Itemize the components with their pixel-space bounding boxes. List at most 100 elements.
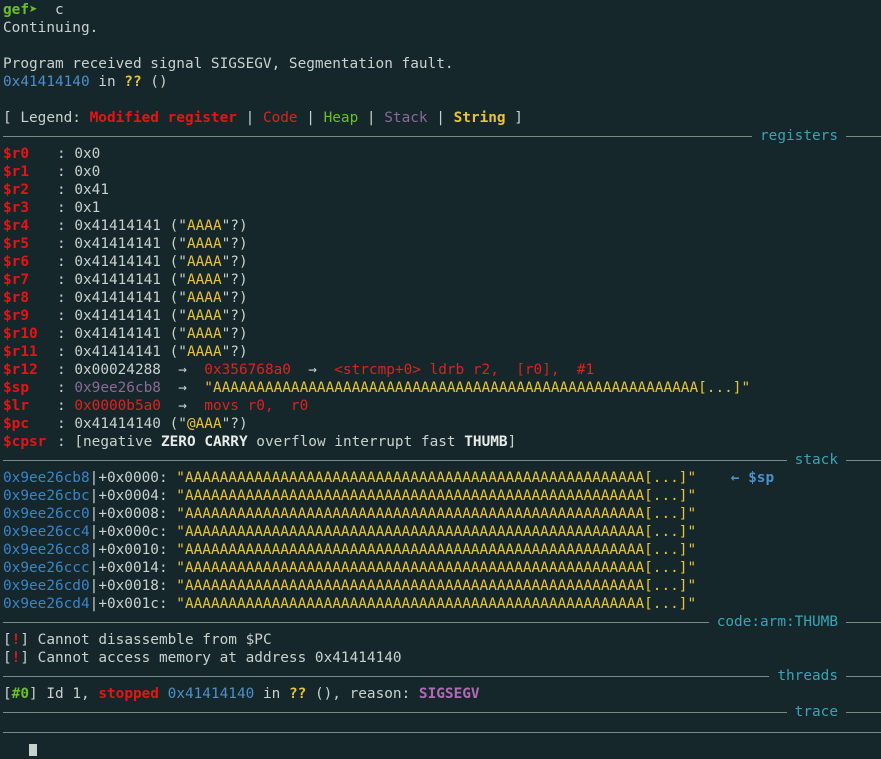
prompt-gef: gef (3, 2, 29, 18)
code-title: code:arm:THUMB (716, 614, 838, 630)
stack-address: 0x9ee26cc0 (3, 506, 90, 522)
code-messages: [!] Cannot disassemble from $PC [!] Canno… (3, 631, 881, 667)
flag-set: THUMB (464, 434, 508, 450)
arrow-icon: → (178, 380, 187, 396)
register-row: $r8: 0x41414141 ("AAAA"?) (3, 290, 248, 306)
thread-address: 0x41414140 (167, 686, 255, 702)
register-name: $r9 (3, 308, 29, 324)
flags-open: [ (74, 434, 83, 450)
register-value: 0x41414141 (74, 308, 161, 324)
code-message-text: Cannot access memory at address 0x414141… (29, 650, 402, 666)
thread-id-text: Id 1, (37, 686, 99, 702)
legend-sep: | (297, 110, 324, 126)
register-name: $r5 (3, 236, 29, 252)
instruction: movs r0, r0 (204, 398, 309, 414)
register-name: $r11 (3, 344, 38, 360)
string-open: (" (160, 416, 187, 432)
register-name: $sp (3, 380, 29, 396)
legend-open: [ Legend: (3, 110, 90, 126)
string-value: AAAA (186, 218, 222, 234)
thread-func: ?? (288, 686, 307, 702)
register-name: $r7 (3, 272, 29, 288)
sp-marker: ← $sp (730, 470, 775, 486)
threads-header: threads (3, 667, 881, 685)
legend: [ Legend: Modified register | Code | Hea… (3, 109, 881, 127)
legend-close: ] (505, 110, 523, 126)
input-line[interactable] (3, 741, 881, 759)
register-row: $r10: 0x41414141 ("AAAA"?) (3, 326, 248, 342)
string-value: AAAA (186, 308, 222, 324)
register-row: $sp: 0x9ee26cb8 → "AAAAAAAAAAAAAAAAAAAAA… (3, 380, 751, 396)
register-name: $r6 (3, 254, 29, 270)
register-name: $r2 (3, 182, 29, 198)
string-value: @AAA (186, 416, 222, 432)
stack-row: 0x9ee26cbc|+0x0004: "AAAAAAAAAAAAAAAAAAA… (3, 488, 697, 504)
thread-state: stopped (98, 686, 159, 702)
register-row: $pc: 0x41414140 ("@AAA"?) (3, 416, 248, 432)
flag-space (196, 434, 205, 450)
trace-header: trace (3, 703, 881, 721)
arrow-icon: → (308, 362, 317, 378)
stack-string: "AAAAAAAAAAAAAAAAAAAAAAAAAAAAAAAAAAAAAAA… (176, 542, 697, 558)
register-value: 0x0 (74, 146, 101, 162)
register-row: $r9: 0x41414141 ("AAAA"?) (3, 308, 248, 324)
stack-string: "AAAAAAAAAAAAAAAAAAAAAAAAAAAAAAAAAAAAAAA… (176, 596, 697, 612)
stack-address: 0x9ee26cd0 (3, 578, 90, 594)
stack-row: 0x9ee26cd4|+0x001c: "AAAAAAAAAAAAAAAAAAA… (3, 596, 697, 612)
stack-row: 0x9ee26cd0|+0x0018: "AAAAAAAAAAAAAAAAAAA… (3, 578, 697, 594)
prompt-command: c (55, 2, 64, 18)
register-name: $r8 (3, 290, 29, 306)
prompt-line: gef➤ c (3, 1, 881, 19)
flag-set: CARRY (204, 434, 248, 450)
arrow-icon: → (178, 362, 187, 378)
registers-title: registers (760, 128, 838, 144)
register-value: 0x41414140 (74, 416, 161, 432)
legend-sep: | (358, 110, 385, 126)
register-value: 0x41414141 (74, 344, 161, 360)
legend-modified: Modified register (89, 110, 237, 126)
string-value: AAAA (186, 272, 222, 288)
register-row: $r6: 0x41414141 ("AAAA"?) (3, 254, 248, 270)
stack-address: 0x9ee26cb8 (3, 470, 90, 486)
register-value: 0x41414141 (74, 272, 161, 288)
register-value: 0x41414141 (74, 254, 161, 270)
register-name: $r10 (3, 326, 38, 342)
register-value: 0x41 (74, 182, 109, 198)
register-value: 0x1 (74, 200, 101, 216)
stack-list: 0x9ee26cb8|+0x0000: "AAAAAAAAAAAAAAAAAAA… (3, 469, 881, 613)
code-message: [!] Cannot disassemble from $PC (3, 632, 272, 648)
stack-address: 0x9ee26cc8 (3, 542, 90, 558)
string-value: AAAA (186, 254, 222, 270)
stack-string: "AAAAAAAAAAAAAAAAAAAAAAAAAAAAAAAAAAAAAAA… (176, 560, 697, 576)
stack-string: "AAAAAAAAAAAAAAAAAAAAAAAAAAAAAAAAAAAAAAA… (176, 470, 697, 486)
register-name: $r0 (3, 146, 29, 162)
stack-string: "AAAAAAAAAAAAAAAAAAAAAAAAAAAAAAAAAAAAAAA… (176, 488, 697, 504)
terminal[interactable]: gef➤ c Continuing. Program received sign… (0, 0, 881, 759)
register-row: $cpsr: [negative ZERO CARRY overflow int… (3, 434, 517, 450)
stack-offset: +0x0018 (98, 578, 159, 594)
stack-row: 0x9ee26cc4|+0x000c: "AAAAAAAAAAAAAAAAAAA… (3, 524, 697, 540)
string-value: "AAAAAAAAAAAAAAAAAAAAAAAAAAAAAAAAAAAAAAA… (204, 380, 751, 396)
register-value: 0x41414141 (74, 326, 161, 342)
stack-offset: +0x000c (98, 524, 159, 540)
instruction: ldrb r2, [r0], #1 (420, 362, 595, 378)
legend-sep: | (236, 110, 263, 126)
stack-string: "AAAAAAAAAAAAAAAAAAAAAAAAAAAAAAAAAAAAAAA… (176, 524, 697, 540)
register-row: $r12: 0x00024288 → 0x356768a0 → <strcmp+… (3, 362, 595, 378)
code-message-text: Cannot disassemble from $PC (29, 632, 272, 648)
thread-reason: SIGSEGV (418, 686, 480, 702)
code-message: [!] Cannot access memory at address 0x41… (3, 650, 402, 666)
legend-heap: Heap (323, 110, 359, 126)
register-name: $r4 (3, 218, 29, 234)
registers-list: $r0: 0x0 $r1: 0x0 $r2: 0x41 $r3: 0x1 $r4: 0x… (3, 145, 881, 361)
stack-pointer-value: 0x9ee26cb8 (74, 380, 161, 396)
register-name: $lr (3, 398, 29, 414)
register-value: 0x0 (74, 164, 101, 180)
legend-string: String (453, 110, 506, 126)
continuing-line: Continuing. (3, 20, 99, 36)
register-name: $cpsr (3, 434, 47, 450)
thread-id: #0 (11, 686, 29, 702)
register-row: $r1: 0x0 (3, 164, 101, 180)
register-row: $r7: 0x41414141 ("AAAA"?) (3, 272, 248, 288)
